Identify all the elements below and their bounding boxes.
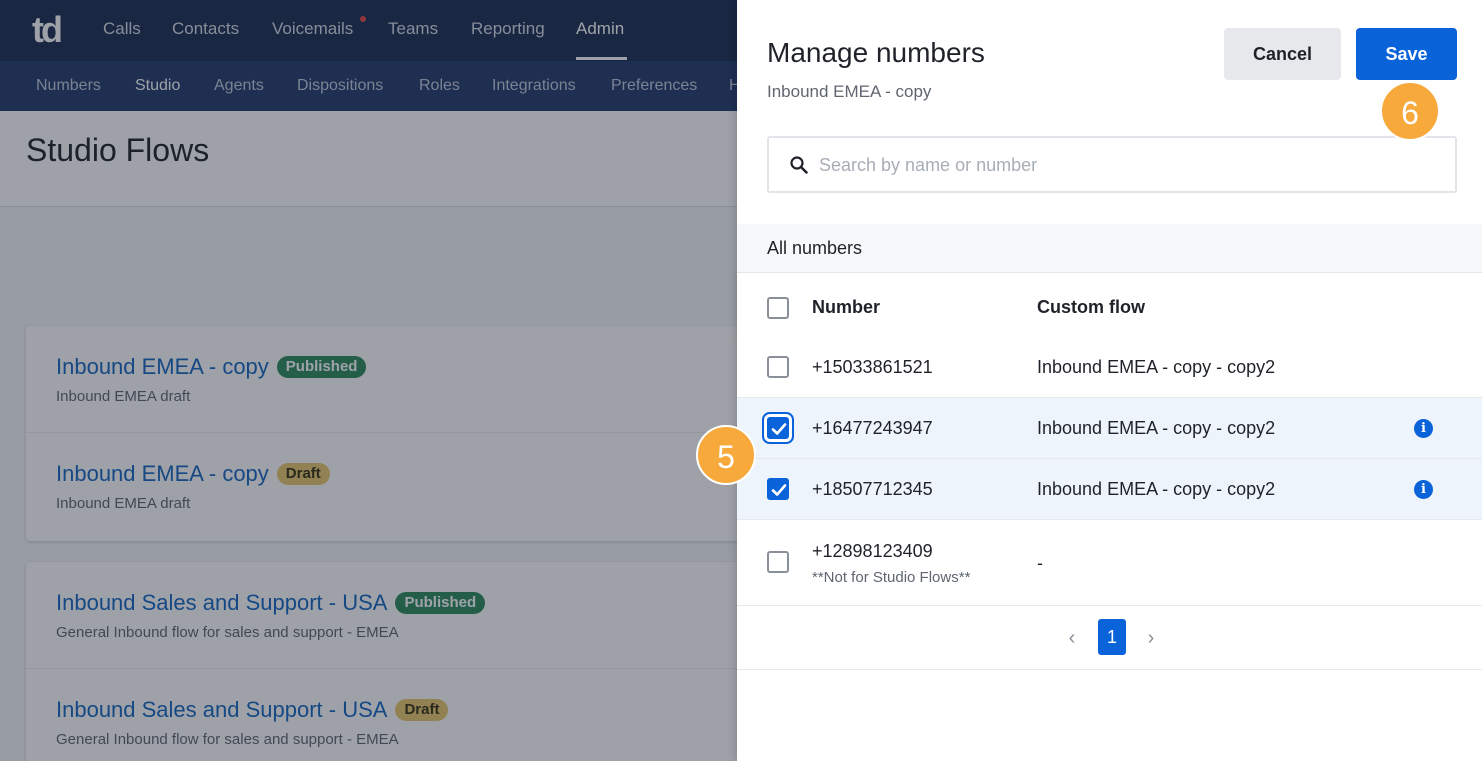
pagination: ‹ 1 › [737,606,1482,670]
cancel-button[interactable]: Cancel [1224,28,1341,80]
custom-flow-name: Inbound EMEA - copy - copy2 [1037,357,1276,377]
row-checkbox[interactable] [767,356,789,378]
table-row[interactable]: +15033861521 Inbound EMEA - copy - copy2 [737,336,1482,398]
page-button-current[interactable]: 1 [1098,619,1126,655]
search-icon [790,156,808,174]
select-all-checkbox[interactable] [767,297,789,319]
checkmark-icon [771,484,787,496]
checkmark-icon [771,423,787,435]
manage-numbers-drawer: Manage numbers Inbound EMEA - copy Cance… [737,0,1482,761]
phone-number: +12898123409 [812,541,933,561]
number-note: **Not for Studio Flows** [812,569,971,586]
search-box[interactable] [767,136,1457,193]
phone-number: +16477243947 [812,418,933,438]
phone-number: +18507712345 [812,479,933,499]
section-header: All numbers [737,224,1482,273]
info-icon[interactable]: i [1414,419,1433,438]
phone-number: +15033861521 [812,357,933,377]
column-header-custom-flow[interactable]: Custom flow [1037,297,1145,317]
table-header: Number Custom flow [737,273,1482,336]
row-checkbox[interactable] [767,551,789,573]
row-checkbox[interactable] [767,478,789,500]
modal-backdrop[interactable] [0,0,737,761]
custom-flow-name: Inbound EMEA - copy - copy2 [1037,479,1276,499]
row-checkbox[interactable] [767,417,789,439]
chevron-right-icon[interactable]: › [1143,628,1159,648]
info-icon[interactable]: i [1414,480,1433,499]
drawer-subtitle: Inbound EMEA - copy [767,82,932,101]
step-marker-6: 6 [1380,81,1440,141]
chevron-left-icon[interactable]: ‹ [1064,628,1080,648]
search-input[interactable] [819,148,1439,182]
table-row[interactable]: +18507712345 Inbound EMEA - copy - copy2… [737,459,1482,520]
section-title: All numbers [767,238,863,258]
table-row[interactable]: +12898123409 **Not for Studio Flows** - [737,520,1482,606]
column-header-number[interactable]: Number [812,297,880,317]
drawer-title: Manage numbers [767,37,985,68]
custom-flow-name: Inbound EMEA - copy - copy2 [1037,418,1276,438]
custom-flow-name: - [1037,553,1043,573]
table-row[interactable]: +16477243947 Inbound EMEA - copy - copy2… [737,398,1482,459]
save-button[interactable]: Save [1356,28,1457,80]
step-marker-5: 5 [696,425,756,485]
